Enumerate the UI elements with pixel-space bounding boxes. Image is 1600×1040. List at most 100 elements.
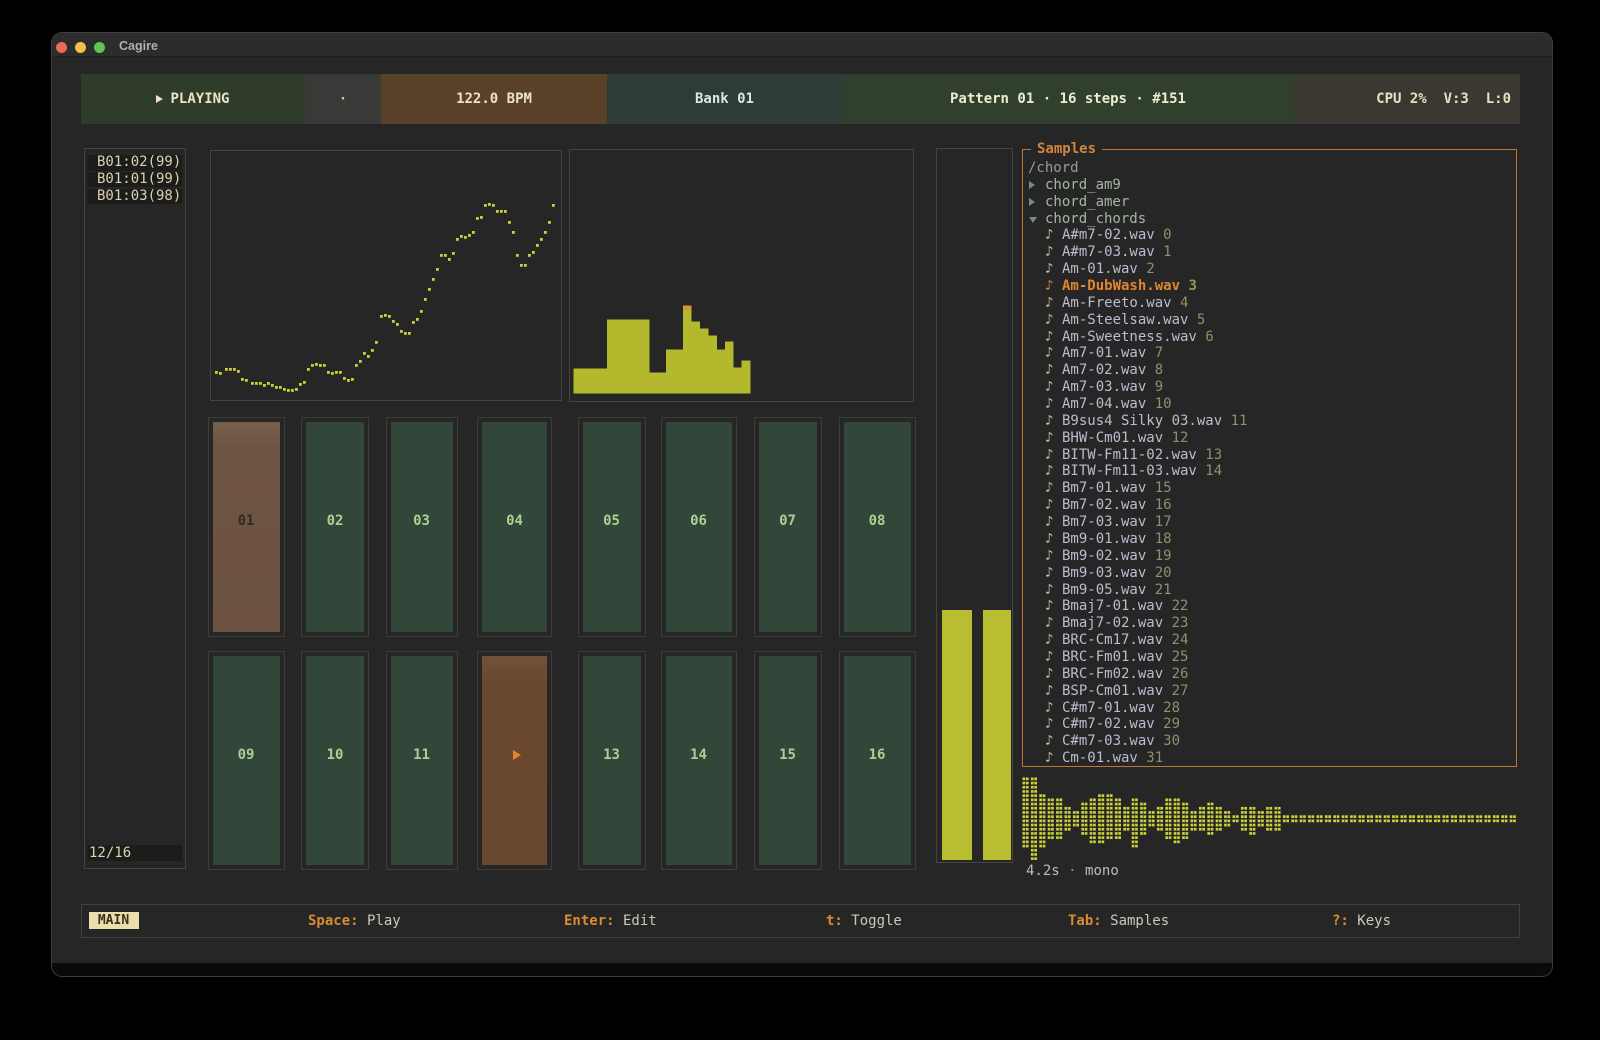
sample-file-name: Bm7-03.wav 17 [1062,514,1172,531]
sample-file-row[interactable]: ♪BITW-Fm11-02.wav 13 [1023,447,1516,464]
music-note-icon: ♪ [1045,514,1053,531]
pad-number: 15 [779,747,796,763]
folder-name: chord_am9 [1045,177,1121,194]
mode-badge: MAIN [89,912,139,929]
sample-file-row[interactable]: ♪Am-Sweetness.wav 6 [1023,329,1516,346]
pad-13[interactable]: 13 [578,651,646,870]
sample-file-name: BRC-Fm02.wav 26 [1062,666,1188,683]
sample-file-row[interactable]: ♪BRC-Fm01.wav 25 [1023,649,1516,666]
step-counter: 12/16 [87,845,182,861]
pad-fill: 14 [666,656,732,865]
music-note-icon: ♪ [1045,565,1053,582]
sample-file-row[interactable]: ♪Am-Freeto.wav 4 [1023,295,1516,312]
pattern-list-item[interactable]: B01:02(99) [87,155,182,171]
music-note-icon: ♪ [1045,632,1053,649]
pad-02[interactable]: 02 [301,417,369,637]
sample-file-row[interactable]: ♪Am7-03.wav 9 [1023,379,1516,396]
scatter-chart-panel [210,150,562,401]
sample-file-row[interactable]: ♪Cm-01.wav 31 [1023,750,1516,767]
pad-15[interactable]: 15 [754,651,822,870]
sample-file-row[interactable]: ♪Am7-01.wav 7 [1023,345,1516,362]
sample-file-row[interactable]: ♪ Bm7-03.wav 17 [1023,514,1516,531]
sample-file-row[interactable]: ♪Am-DubWash.wav 3 [1023,278,1516,295]
pad-fill: 16 [844,656,911,865]
waveform-info: 4.2s · mono [1026,863,1119,879]
transport-segment-cpu: CPU 2% V:3 L:0 [1294,74,1520,124]
sample-file-name: Am7-01.wav 7 [1062,345,1163,362]
pad-09[interactable]: 09 [208,651,285,870]
pad-fill: 11 [391,656,453,865]
minimize-button[interactable] [75,42,86,53]
pad-10[interactable]: 10 [301,651,369,870]
pad-12[interactable] [477,651,552,870]
sample-file-row[interactable]: ♪Bm9-05.wav 21 [1023,582,1516,599]
transport-segment-bank[interactable]: Bank 01 [607,74,842,124]
sample-file-row[interactable]: ♪BSP-Cm01.wav 27 [1023,683,1516,700]
sample-file-name: A#m7-03.wav 1 [1062,244,1172,261]
samples-browser: Samples /chordchord_am9chord_amerchord_c… [1022,149,1517,767]
samples-path-label: /chord [1028,160,1079,177]
pad-05[interactable]: 05 [578,417,646,637]
sample-file-row[interactable]: ♪Bm9-01.wav 18 [1023,531,1516,548]
sample-file-index: 8 [1155,362,1163,378]
pad-14[interactable]: 14 [661,651,737,870]
sample-file-name: A#m7-02.wav 0 [1062,227,1172,244]
sample-file-row[interactable]: ♪A#m7-02.wav 0 [1023,227,1516,244]
music-note-icon: ♪ [1045,683,1053,700]
sample-file-name: Bm9-03.wav 20 [1062,565,1172,582]
transport-segment-pattern[interactable]: Pattern 01 · 16 steps · #151 [842,74,1294,124]
sample-file-row[interactable]: ♪C#m7-01.wav 28 [1023,700,1516,717]
sample-file-index: 18 [1155,531,1172,547]
zoom-button[interactable] [94,42,105,53]
sample-file-row[interactable]: ♪Bm7-02.wav 16 [1023,497,1516,514]
music-note-icon: ♪ [1045,379,1053,396]
pad-03[interactable]: 03 [386,417,458,637]
pad-07[interactable]: 07 [754,417,822,637]
sample-file-row[interactable]: ♪BRC-Cm17.wav 24 [1023,632,1516,649]
pad-08[interactable]: 08 [839,417,916,637]
sample-file-row[interactable]: ♪Am-01.wav 2 [1023,261,1516,278]
transport-segment-bpm[interactable]: 122.0 BPM [381,74,607,124]
pad-06[interactable]: 06 [661,417,737,637]
sample-file-row[interactable]: ♪Bm7-01.wav 15 [1023,480,1516,497]
pad-01[interactable]: 01 [208,417,285,637]
sample-file-name: B9sus4 Silky 03.wav 11 [1062,413,1247,430]
sample-file-row[interactable]: ♪A#m7-03.wav 1 [1023,244,1516,261]
samples-path: /chord [1023,160,1516,177]
transport-segment-label: CPU 2% V:3 L:0 [1376,91,1511,107]
shortcut-?: ?: Keys [1332,913,1391,930]
transport-segment-play-status[interactable]: PLAYING [81,74,305,124]
music-note-icon: ♪ [1045,497,1053,514]
sample-file-name: Cm-01.wav 31 [1062,750,1163,767]
folder-row-chord_am9[interactable]: chord_am9 [1023,177,1516,194]
folder-row-chord_chords[interactable]: chord_chords [1023,211,1516,228]
sample-file-row[interactable]: ♪Am7-04.wav 10 [1023,396,1516,413]
app-window: Cagire PLAYING·122.0 BPMBank 01Pattern 0… [51,32,1553,977]
sample-file-row[interactable]: ♪BITW-Fm11-03.wav 14 [1023,463,1516,480]
sample-file-row[interactable]: ♪C#m7-02.wav 29 [1023,716,1516,733]
sample-file-row[interactable]: ♪Bmaj7-01.wav 22 [1023,598,1516,615]
sample-file-row[interactable]: ♪Am-Steelsaw.wav 5 [1023,312,1516,329]
pattern-list-item[interactable]: B01:01(99) [87,172,182,188]
sample-file-row[interactable]: ♪Am7-02.wav 8 [1023,362,1516,379]
sample-file-index: 13 [1205,447,1222,463]
sample-file-row[interactable]: ♪B9sus4 Silky 03.wav 11 [1023,413,1516,430]
pad-fill: 03 [391,422,453,632]
play-icon [156,95,163,103]
pad-04[interactable]: 04 [477,417,552,637]
sample-file-row[interactable]: ♪ Bm9-03.wav 20 [1023,565,1516,582]
sample-file-row[interactable]: ♪BHW-Cm01.wav 12 [1023,430,1516,447]
close-button[interactable] [56,42,67,53]
sample-file-row[interactable]: ♪Bmaj7-02.wav 23 [1023,615,1516,632]
pattern-list-item[interactable]: B01:03(98) [87,189,182,205]
pad-16[interactable]: 16 [839,651,916,870]
shortcut-label: Play [359,913,401,929]
pad-11[interactable]: 11 [386,651,458,870]
sample-file-row[interactable]: ♪C#m7-03.wav 30 [1023,733,1516,750]
transport-segment-separator: · [305,74,381,124]
music-note-icon: ♪ [1045,582,1053,599]
sample-file-row[interactable]: ♪BRC-Fm02.wav 26 [1023,666,1516,683]
folder-row-chord_amer[interactable]: chord_amer [1023,194,1516,211]
sample-file-row[interactable]: ♪Bm9-02.wav 19 [1023,548,1516,565]
sample-file-index: 5 [1197,312,1205,328]
